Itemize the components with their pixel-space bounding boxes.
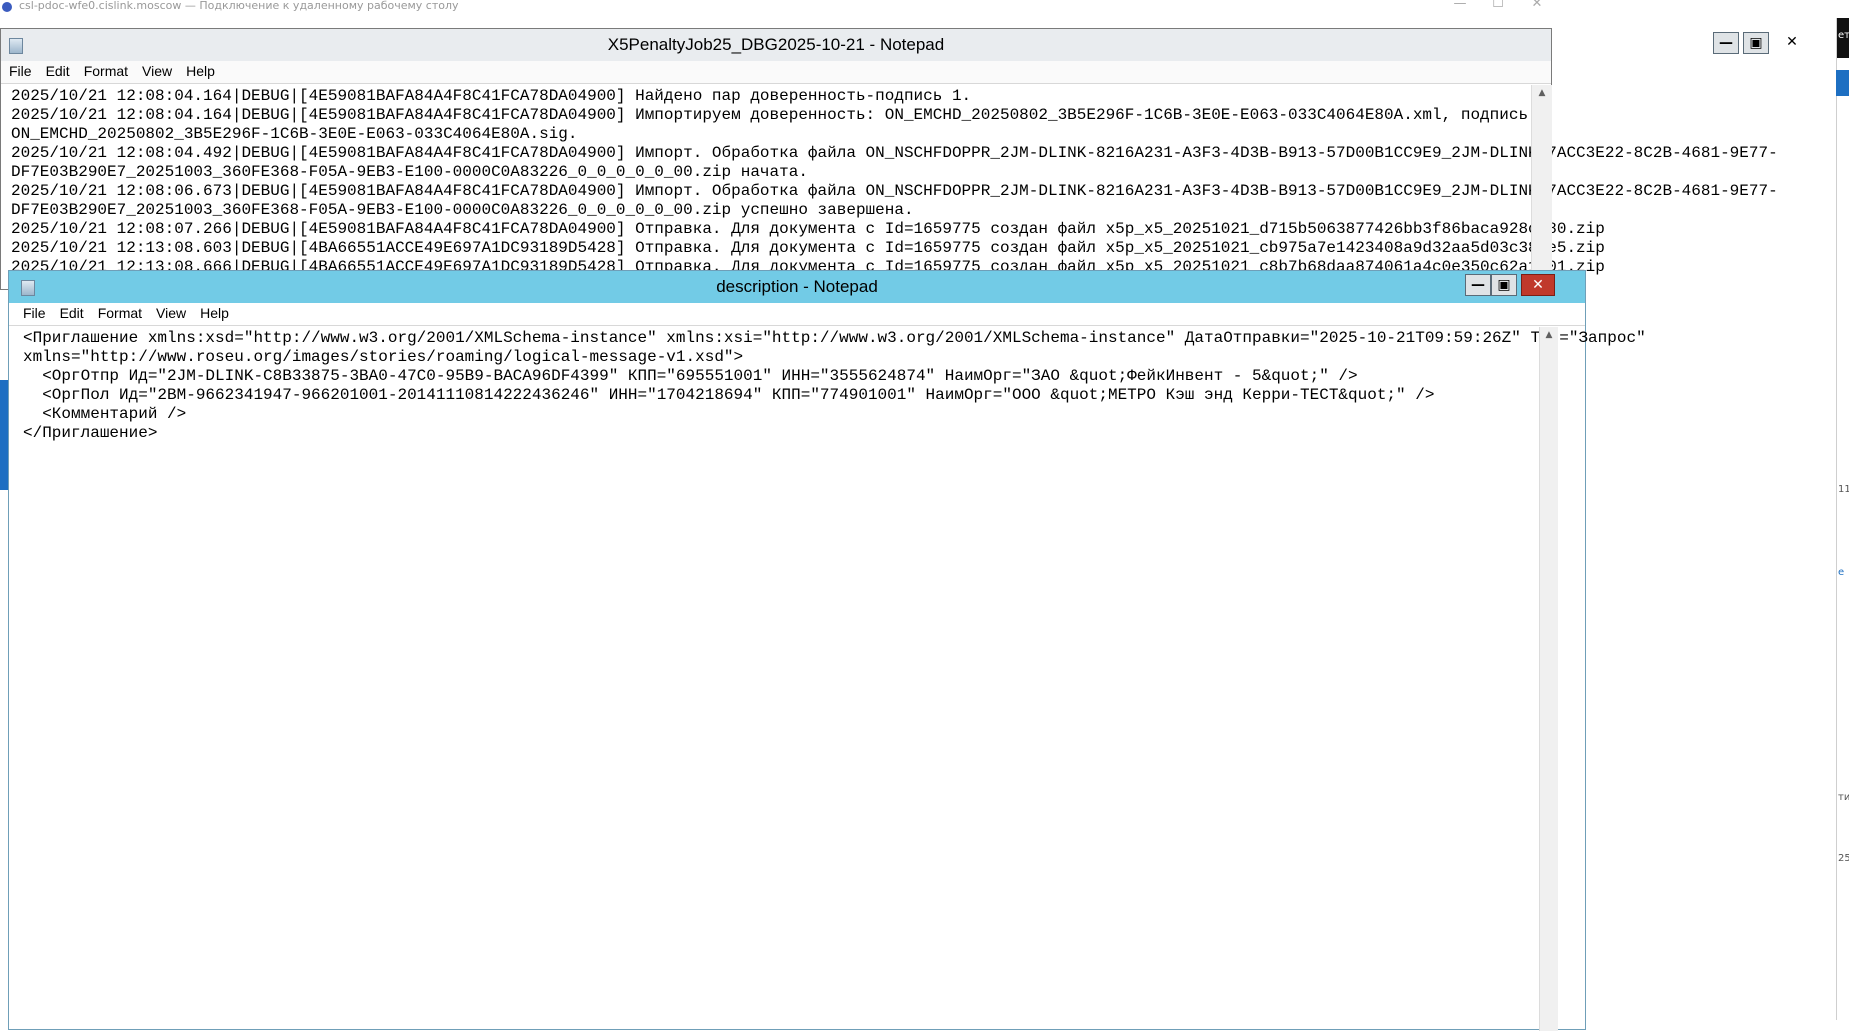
menu-format[interactable]: Format (76, 61, 134, 79)
minimize-button[interactable]: — (1713, 32, 1739, 54)
log-line: 2025/10/21 12:08:04.492|DEBUG|[4E59081BA… (11, 144, 1778, 162)
menu-edit[interactable]: Edit (52, 303, 90, 321)
log-line: ON_EMCHD_20250802_3B5E296F-1C6B-3E0E-E06… (11, 125, 578, 143)
menu-format[interactable]: Format (90, 303, 148, 321)
log-line: 2025/10/21 12:08:07.266|DEBUG|[4E59081BA… (11, 220, 1605, 238)
close-button[interactable]: ✕ (1779, 32, 1805, 54)
xml-line: <ОргПол Ид="2BM-9662341947-966201001-201… (23, 386, 1435, 404)
minimize-button[interactable]: — (1465, 274, 1491, 296)
desktop-fragment: 11 (1838, 484, 1849, 495)
notepad-window-log[interactable]: X5PenaltyJob25_DBG2025-10-21 - Notepad —… (0, 28, 1798, 290)
xml-line: <ОргОтпр Ид="2JM-DLINK-C8B33875-3BA0-47C… (23, 367, 1358, 385)
menu-help[interactable]: Help (178, 61, 221, 79)
xml-line: </Приглашение> (23, 424, 158, 442)
xml-line: <Комментарий /> (23, 405, 187, 423)
document-text-area[interactable]: <Приглашение xmlns:xsd="http://www.w3.or… (23, 329, 1646, 443)
menu-view[interactable]: View (148, 303, 192, 321)
log-line: DF7E03B290E7_20251003_360FE368-F05A-9EB3… (11, 201, 914, 219)
rdp-minimize-button[interactable]: — (1440, 0, 1480, 14)
menu-view[interactable]: View (134, 61, 178, 79)
rdp-title-bar: csl-pdoc-wfe0.cislink.moscow — Подключен… (0, 0, 1849, 18)
maximize-button[interactable]: ▣ (1491, 274, 1517, 296)
xml-line: xmlns="http://www.roseu.org/images/stori… (23, 348, 744, 366)
rdp-title: csl-pdoc-wfe0.cislink.moscow — Подключен… (19, 0, 459, 12)
window-title: description - Notepad (716, 277, 878, 296)
vertical-scrollbar[interactable]: ▲ (1539, 327, 1558, 1031)
vertical-scrollbar[interactable]: ▲ (1531, 85, 1552, 289)
log-line: 2025/10/21 12:08:06.673|DEBUG|[4E59081BA… (11, 182, 1778, 200)
scroll-up-arrow-icon[interactable]: ▲ (1532, 85, 1552, 101)
maximize-button[interactable]: ▣ (1743, 32, 1769, 54)
log-text-area[interactable]: 2025/10/21 12:08:04.164|DEBUG|[4E59081BA… (11, 87, 1778, 277)
desktop-fragment: 25 (1838, 853, 1849, 864)
notepad-window-description[interactable]: description - Notepad — ▣ ✕ File Edit Form… (8, 270, 1646, 1031)
scroll-up-arrow-icon[interactable]: ▲ (1540, 327, 1558, 343)
log-line: DF7E03B290E7_20251003_360FE368-F05A-9EB3… (11, 163, 808, 181)
menu-file[interactable]: File (1, 61, 38, 79)
desktop-fragment: е (1838, 567, 1845, 578)
menu-edit[interactable]: Edit (38, 61, 76, 79)
window-title-bar[interactable]: description - Notepad — ▣ ✕ (9, 271, 1585, 303)
window-title-bar[interactable]: X5PenaltyJob25_DBG2025-10-21 - Notepad —… (1, 29, 1798, 61)
rdp-close-button[interactable]: ✕ (1517, 0, 1557, 14)
desktop-blue-region (1836, 70, 1849, 96)
menu-bar: File Edit Format View Help (9, 303, 1585, 326)
menu-help[interactable]: Help (192, 303, 235, 321)
close-button[interactable]: ✕ (1521, 274, 1555, 296)
window-title: X5PenaltyJob25_DBG2025-10-21 - Notepad (607, 35, 945, 54)
rdp-connection-icon (2, 2, 12, 12)
log-line: 2025/10/21 12:13:08.603|DEBUG|[4BA66551A… (11, 239, 1605, 257)
desktop-fragment: ти (1838, 792, 1849, 803)
desktop-fragment: ет (1838, 30, 1849, 41)
log-line: 2025/10/21 12:08:04.164|DEBUG|[4E59081BA… (11, 106, 1538, 124)
menu-bar: File Edit Format View Help (1, 61, 1551, 84)
log-line: 2025/10/21 12:08:04.164|DEBUG|[4E59081BA… (11, 87, 972, 105)
menu-file[interactable]: File (15, 303, 52, 321)
desktop-background-strip (1836, 18, 1849, 1020)
rdp-maximize-button[interactable]: ☐ (1478, 0, 1518, 14)
xml-line: <Приглашение xmlns:xsd="http://www.w3.or… (23, 329, 1646, 347)
